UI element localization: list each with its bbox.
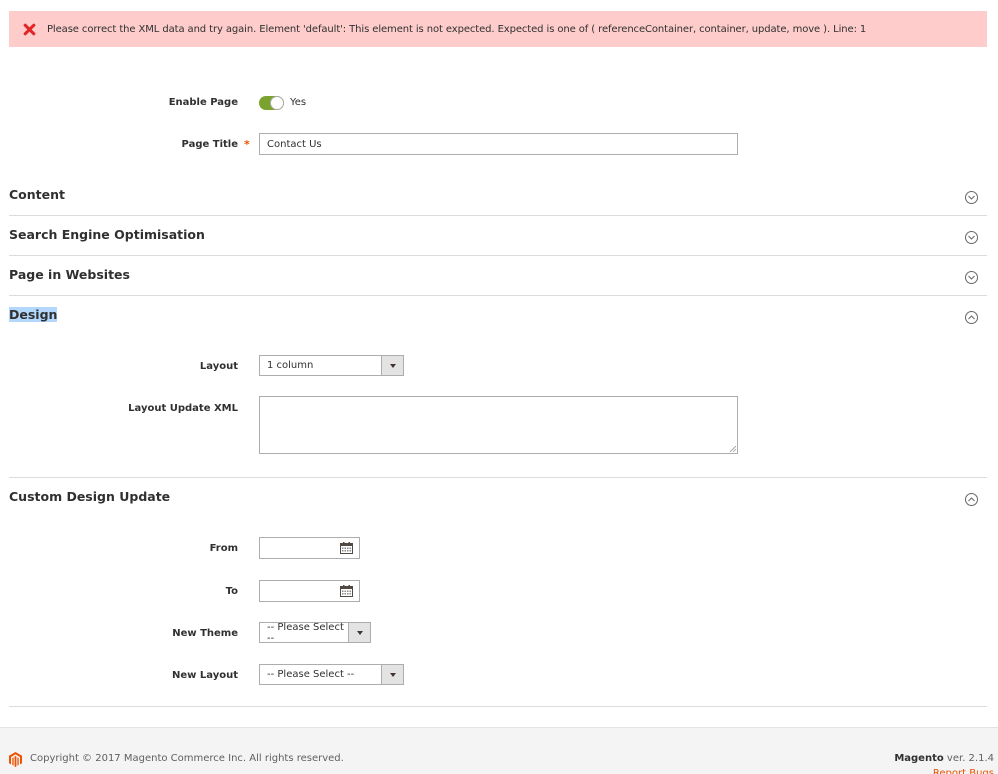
page-title-label: Page Title (181, 139, 238, 150)
section-divider (9, 255, 987, 256)
enable-page-toggle[interactable] (259, 96, 284, 110)
version-number: ver. 2.1.4 (943, 753, 994, 764)
calendar-icon[interactable] (340, 542, 353, 554)
from-label: From (209, 543, 238, 554)
magento-logo-icon (9, 752, 22, 767)
error-message: Please correct the XML data and try agai… (9, 11, 987, 47)
error-x-icon (23, 23, 36, 36)
new-layout-select[interactable]: -- Please Select -- (259, 664, 404, 685)
section-divider (9, 706, 987, 707)
dropdown-arrow-icon[interactable] (381, 665, 403, 684)
error-message-text: Please correct the XML data and try agai… (47, 23, 867, 35)
page-title-input[interactable]: Contact Us (259, 133, 738, 155)
section-divider (9, 295, 987, 296)
section-content-title[interactable]: Content (9, 187, 65, 202)
new-theme-label: New Theme (172, 628, 238, 639)
dropdown-arrow-icon[interactable] (381, 356, 403, 375)
section-seo-title[interactable]: Search Engine Optimisation (9, 227, 205, 242)
chevron-down-circle-icon[interactable] (965, 191, 978, 204)
layout-update-xml-label: Layout Update XML (128, 403, 238, 414)
layout-label: Layout (199, 361, 238, 372)
layout-update-xml-textarea[interactable] (259, 396, 738, 454)
version-text: Magento ver. 2.1.4 (894, 753, 994, 764)
new-layout-select-value: -- Please Select -- (267, 669, 355, 680)
layout-select-value: 1 column (267, 360, 314, 371)
dropdown-arrow-icon[interactable] (348, 623, 370, 642)
layout-select[interactable]: 1 column (259, 355, 404, 376)
section-design-title[interactable]: Design (9, 307, 58, 322)
required-star: * (244, 138, 250, 151)
chevron-down-circle-icon[interactable] (965, 271, 978, 284)
footer: Copyright © 2017 Magento Commerce Inc. A… (0, 727, 998, 774)
section-divider (9, 477, 987, 478)
new-theme-select[interactable]: -- Please Select -- (259, 621, 371, 644)
chevron-up-circle-icon[interactable] (965, 311, 978, 324)
calendar-icon[interactable] (340, 585, 353, 597)
to-label: To (225, 586, 238, 597)
report-bugs-link[interactable]: Report Bugs (933, 768, 994, 774)
new-theme-select-value: -- Please Select -- (267, 621, 344, 644)
from-date-input[interactable] (259, 537, 360, 559)
section-custom-design-update-title[interactable]: Custom Design Update (9, 489, 170, 504)
copyright-text: Copyright © 2017 Magento Commerce Inc. A… (30, 753, 344, 764)
enable-page-label: Enable Page (168, 97, 238, 108)
chevron-up-circle-icon[interactable] (965, 493, 978, 506)
section-divider (9, 215, 987, 216)
resize-grip-icon[interactable] (730, 446, 736, 452)
toggle-knob (270, 96, 284, 110)
chevron-down-circle-icon[interactable] (965, 231, 978, 244)
section-page-in-websites-title[interactable]: Page in Websites (9, 267, 130, 282)
brand-name: Magento (894, 753, 944, 764)
new-layout-label: New Layout (172, 670, 238, 681)
to-date-input[interactable] (259, 580, 360, 602)
enable-page-value: Yes (290, 97, 307, 108)
page-title-value: Contact Us (267, 138, 322, 150)
